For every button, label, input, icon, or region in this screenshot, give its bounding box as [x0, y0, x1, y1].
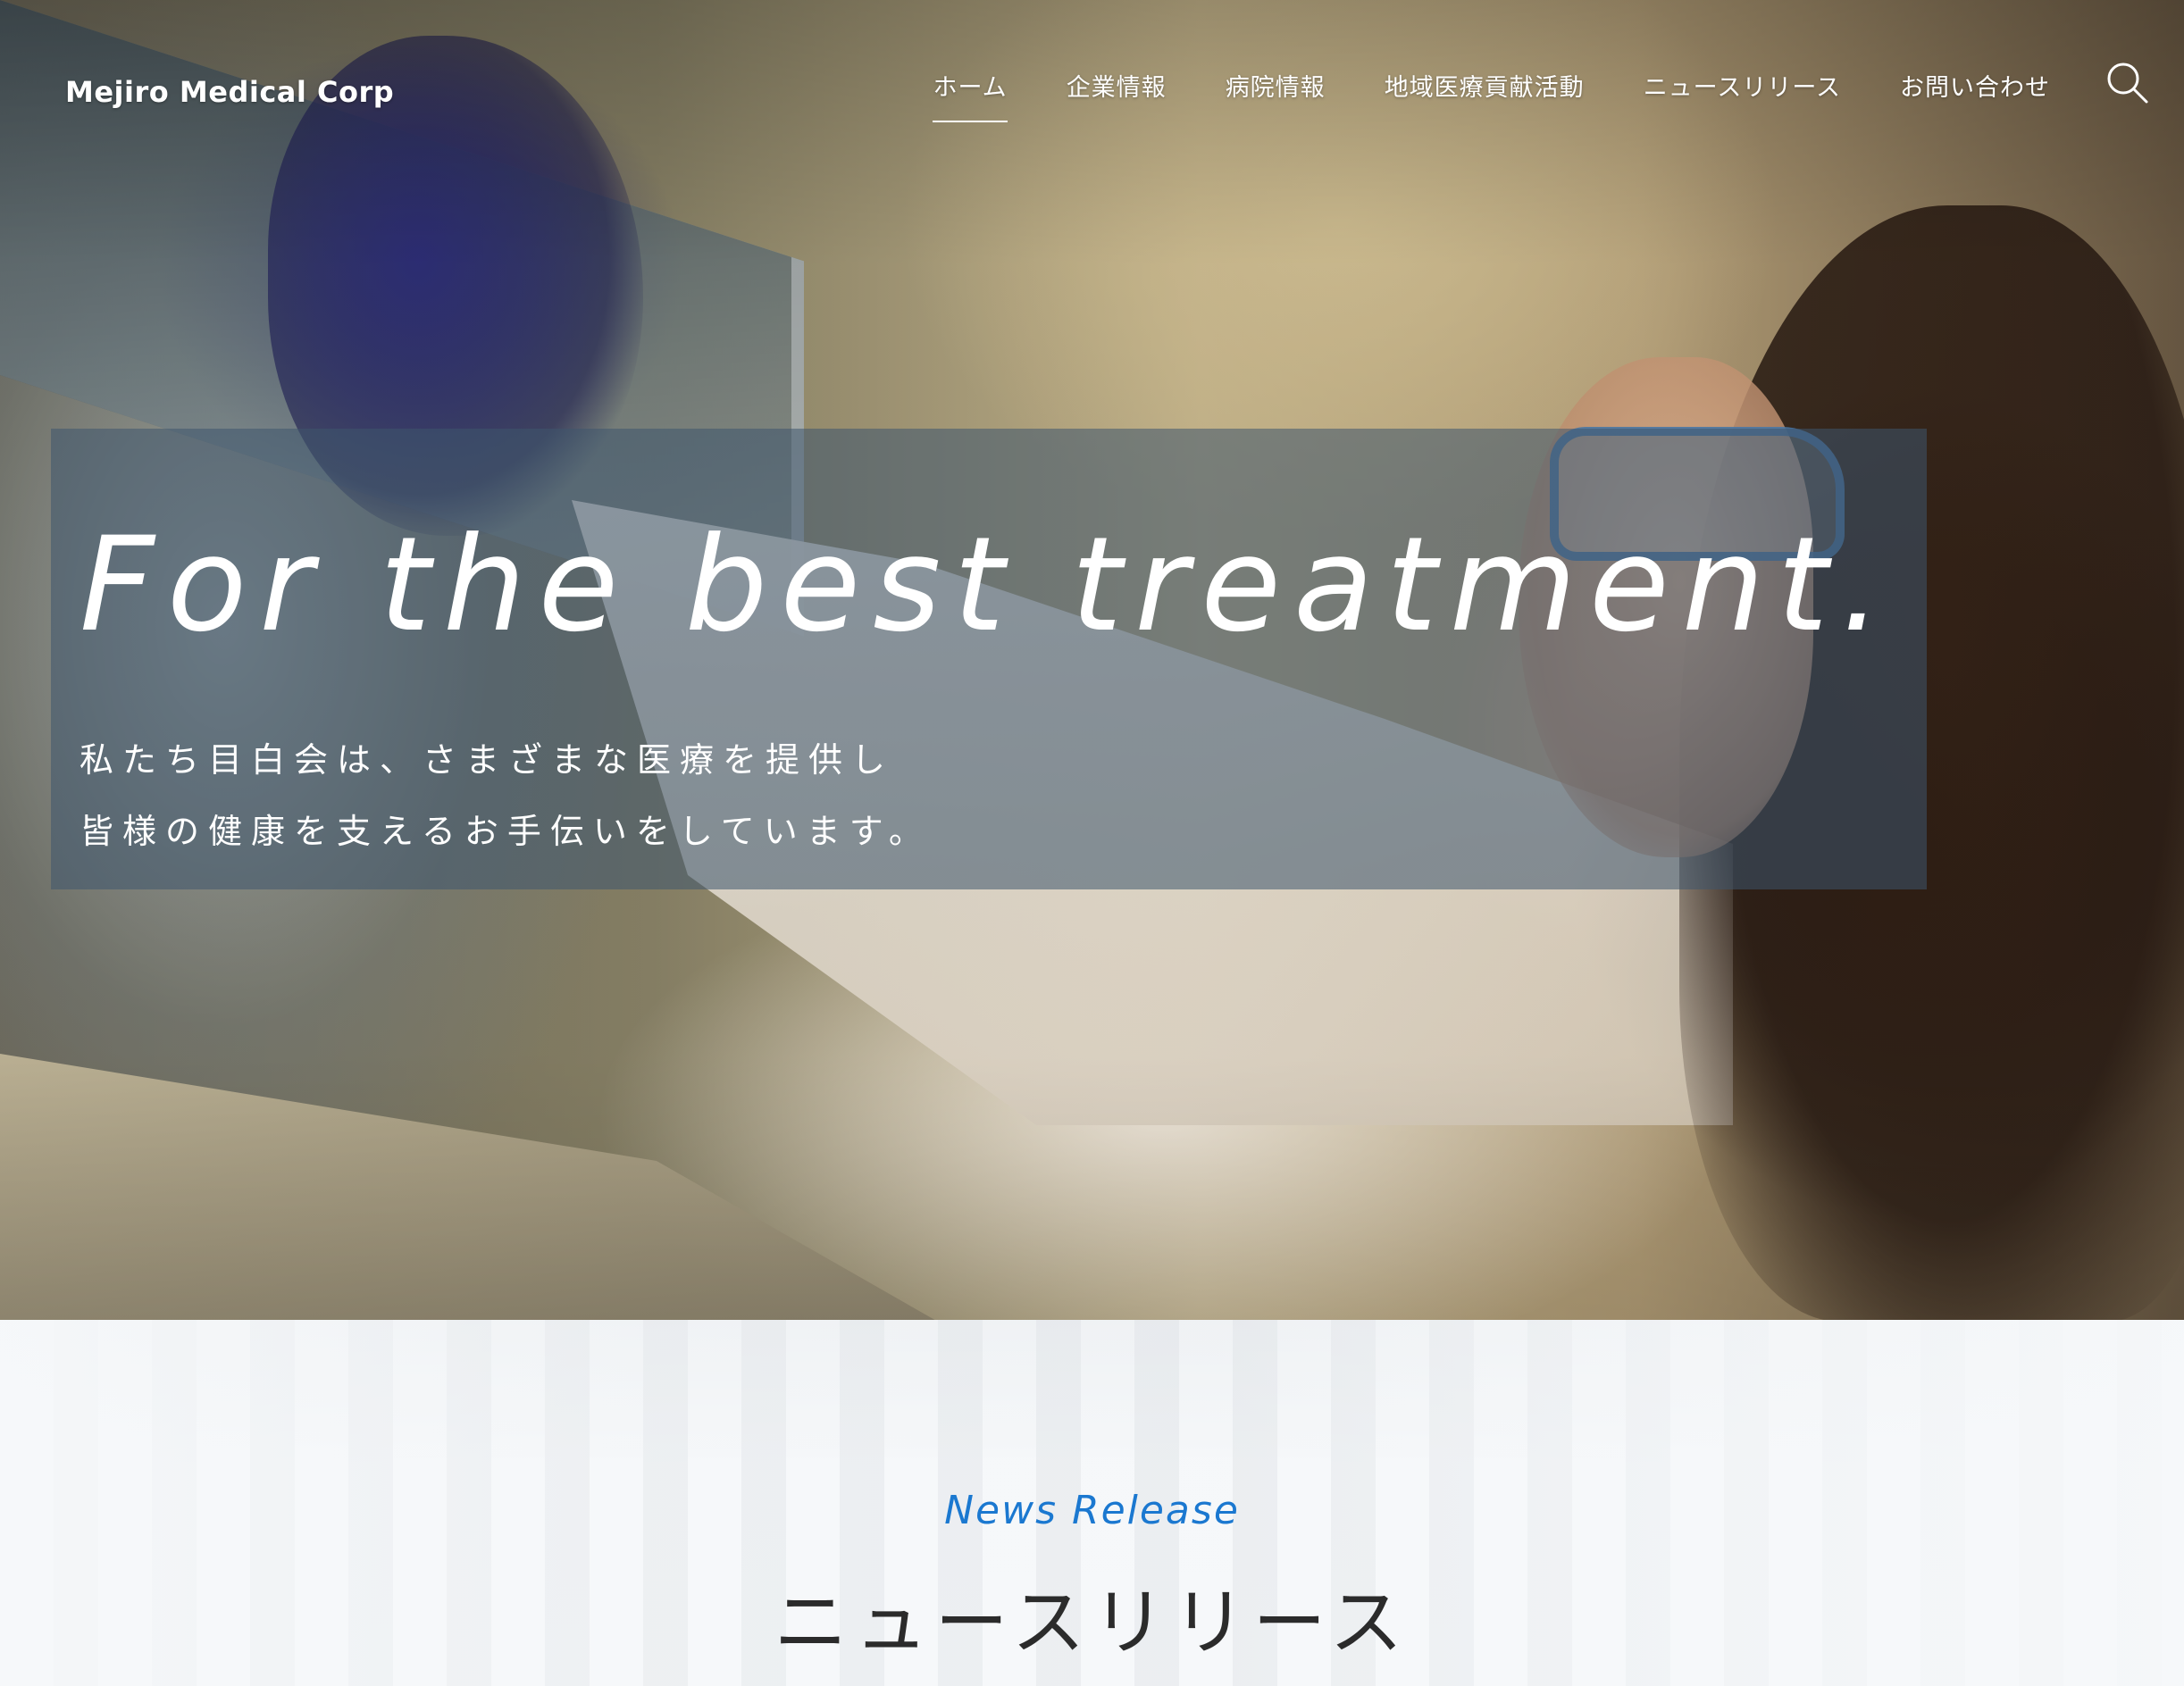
hero-caption-box: For the best treatment. 私たち目白会は、さまざまな医療を…	[51, 429, 1927, 889]
nav-contact[interactable]: お問い合わせ	[1900, 68, 2050, 103]
nav-hospital-info[interactable]: 病院情報	[1226, 68, 1326, 103]
hero-subtitle-line-2: 皆様の健康を支えるお手伝いをしています。	[79, 812, 932, 851]
hero-title: For the best treatment.	[79, 509, 1895, 661]
hero-subtitle-line-1: 私たち目白会は、さまざまな医療を提供し	[79, 740, 895, 780]
nav-company-info[interactable]: 企業情報	[1067, 68, 1167, 103]
news-section-label: News Release	[944, 1488, 1240, 1533]
search-button[interactable]	[2105, 61, 2150, 105]
site-header: Mejiro Medical Corp ホーム 企業情報 病院情報 地域医療貢献…	[0, 0, 2184, 134]
search-icon	[2107, 63, 2148, 104]
nav-home[interactable]: ホーム	[933, 68, 1008, 122]
news-section-heading: ニュースリリース	[774, 1581, 1410, 1665]
nav-news-release[interactable]: ニュースリリース	[1644, 68, 1841, 103]
site-logo[interactable]: Mejiro Medical Corp	[65, 75, 394, 109]
nav-community-activities[interactable]: 地域医療貢献活動	[1385, 68, 1585, 103]
news-release-section: News Release ニュースリリース	[0, 1320, 2184, 1686]
main-nav: ホーム 企業情報 病院情報 地域医療貢献活動 ニュースリリース お問い合わせ	[874, 68, 2050, 122]
